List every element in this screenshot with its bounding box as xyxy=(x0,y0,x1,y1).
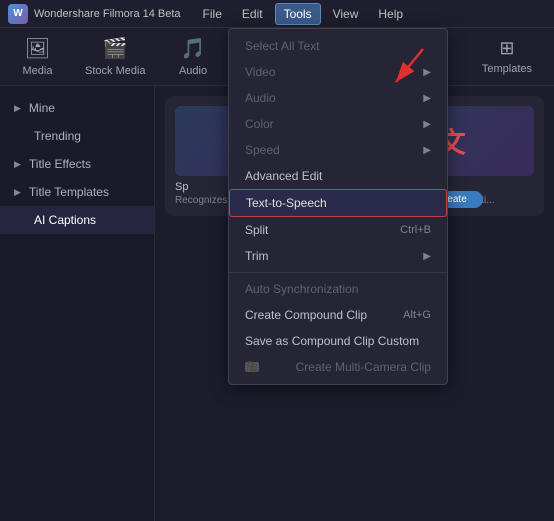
sidebar-ai-captions-label: AI Captions xyxy=(34,213,96,227)
drop-color: Color ▶ xyxy=(229,111,447,137)
media-label: Media xyxy=(23,65,53,77)
drop-text-to-speech[interactable]: Text-to-Speech xyxy=(229,189,447,217)
toolbar-stock-media[interactable]: 🎬 Stock Media xyxy=(73,32,158,81)
templates-icon: ⊞ xyxy=(499,38,514,59)
title-effects-arrow: ▶ xyxy=(14,159,21,170)
toolbar-audio[interactable]: 🎵 Audio xyxy=(166,32,221,81)
drop-advanced-edit[interactable]: Advanced Edit xyxy=(229,163,447,189)
audio-label: Audio xyxy=(179,65,207,77)
menu-tools[interactable]: Tools xyxy=(275,3,321,25)
menu-edit[interactable]: Edit xyxy=(234,4,271,24)
sidebar-item-title-templates[interactable]: ▶ Title Templates xyxy=(0,178,154,206)
sidebar-item-title-effects[interactable]: ▶ Title Effects xyxy=(0,150,154,178)
drop-video-arrow: ▶ xyxy=(423,67,431,78)
app-logo-text: Wondershare Filmora 14 Beta xyxy=(34,8,181,20)
toolbar-media[interactable]: 🖼 Media xyxy=(10,32,65,81)
menu-view[interactable]: View xyxy=(325,4,367,24)
drop-compound-shortcut: Alt+G xyxy=(403,309,431,321)
templates-label: Templates xyxy=(482,63,532,75)
sidebar-mine-label: Mine xyxy=(29,101,55,115)
sidebar-title-templates-label: Title Templates xyxy=(29,185,109,199)
sidebar-item-trending[interactable]: Trending xyxy=(0,122,154,150)
media-icon: 🖼 xyxy=(25,36,50,61)
drop-auto-sync: Auto Synchronization xyxy=(229,276,447,302)
drop-video: Video ▶ xyxy=(229,59,447,85)
sidebar-title-effects-label: Title Effects xyxy=(29,157,91,171)
sidebar-trending-label: Trending xyxy=(34,129,81,143)
audio-icon: 🎵 xyxy=(181,36,206,61)
sidebar: ▶ Mine Trending ▶ Title Effects ▶ Title … xyxy=(0,86,155,521)
drop-save-compound-custom[interactable]: Save as Compound Clip Custom xyxy=(229,328,447,354)
menu-help[interactable]: Help xyxy=(370,4,411,24)
drop-trim-arrow: ▶ xyxy=(423,251,431,262)
drop-color-arrow: ▶ xyxy=(423,119,431,130)
drop-audio-arrow: ▶ xyxy=(423,93,431,104)
drop-split[interactable]: Split Ctrl+B xyxy=(229,217,447,243)
sidebar-item-ai-captions[interactable]: AI Captions xyxy=(0,206,154,234)
drop-multi-camera: 🎥 Create Multi-Camera Clip xyxy=(229,354,447,380)
menu-bar: W Wondershare Filmora 14 Beta File Edit … xyxy=(0,0,554,28)
menu-file[interactable]: File xyxy=(195,4,230,24)
drop-select-all-text: Select All Text xyxy=(229,33,447,59)
stock-media-icon: 🎬 xyxy=(103,36,128,61)
drop-speed: Speed ▶ xyxy=(229,137,447,163)
drop-separator xyxy=(229,272,447,273)
toolbar-templates[interactable]: ⊞ Templates xyxy=(470,34,544,79)
title-templates-arrow: ▶ xyxy=(14,187,21,198)
mine-arrow: ▶ xyxy=(14,103,21,114)
drop-audio: Audio ▶ xyxy=(229,85,447,111)
tools-dropdown-menu: Select All Text Video ▶ Audio ▶ Color ▶ … xyxy=(228,28,448,385)
app-logo-icon: W xyxy=(8,4,28,24)
drop-speed-arrow: ▶ xyxy=(423,145,431,156)
stock-media-label: Stock Media xyxy=(85,65,146,77)
drop-trim[interactable]: Trim ▶ xyxy=(229,243,447,269)
sidebar-item-mine[interactable]: ▶ Mine xyxy=(0,94,154,122)
drop-create-compound[interactable]: Create Compound Clip Alt+G xyxy=(229,302,447,328)
camera-icon: 🎥 xyxy=(245,362,259,372)
drop-split-shortcut: Ctrl+B xyxy=(400,224,431,236)
app-logo: W Wondershare Filmora 14 Beta xyxy=(8,4,181,24)
